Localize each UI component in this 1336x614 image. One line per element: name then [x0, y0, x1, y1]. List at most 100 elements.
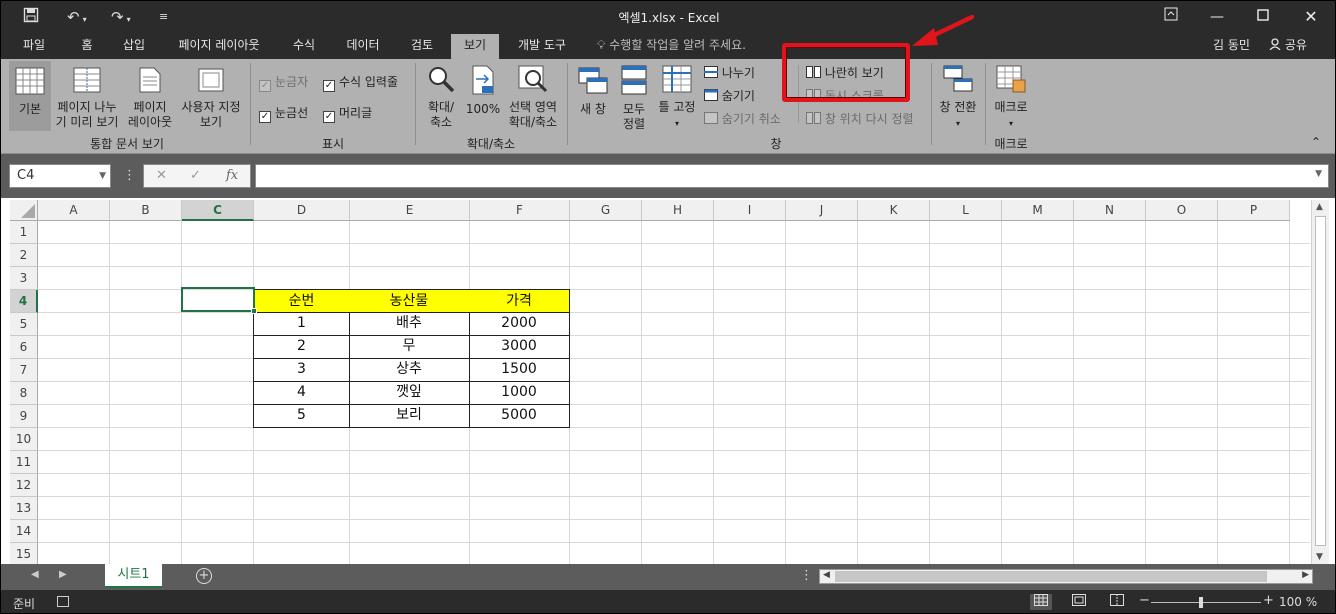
zoom-to-selection-button[interactable]: 선택 영역 확대/축소	[503, 65, 563, 130]
table-cell[interactable]: 2	[253, 335, 350, 359]
maximize-icon[interactable]	[1243, 5, 1283, 29]
zoom-slider-thumb[interactable]	[1199, 597, 1203, 608]
table-header-cell[interactable]: 가격	[469, 289, 570, 313]
table-cell[interactable]: 4	[253, 381, 350, 405]
tab-home[interactable]: 홈	[71, 34, 103, 59]
page-break-preview-button[interactable]: 페이지 나누 기 미리 보기	[53, 67, 121, 130]
add-sheet-icon[interactable]: +	[196, 568, 212, 584]
row-header[interactable]: 13	[10, 497, 38, 520]
column-header[interactable]: H	[642, 200, 714, 221]
cancel-icon[interactable]: ✕	[156, 168, 167, 183]
table-cell[interactable]: 배추	[349, 312, 470, 336]
table-cell[interactable]: 3000	[469, 335, 570, 359]
table-cell[interactable]: 2000	[469, 312, 570, 336]
tab-review[interactable]: 검토	[401, 34, 443, 59]
share-button[interactable]: 공유	[1269, 34, 1307, 56]
row-header[interactable]: 2	[10, 244, 38, 267]
row-header[interactable]: 6	[10, 336, 38, 359]
fill-handle[interactable]	[251, 308, 257, 314]
scroll-down-icon[interactable]: ▼	[1316, 552, 1323, 562]
horizontal-scroll-thumb[interactable]	[835, 571, 1267, 582]
table-cell[interactable]: 무	[349, 335, 470, 359]
table-header-cell[interactable]: 순번	[253, 289, 350, 313]
close-icon[interactable]: ✕	[1291, 5, 1331, 29]
formula-input[interactable]: ▼	[255, 164, 1329, 188]
chevron-down-icon[interactable]: ▼	[99, 165, 106, 187]
page-break-view-icon[interactable]	[1106, 594, 1128, 610]
horizontal-scrollbar[interactable]: ◀ ▶	[819, 569, 1313, 584]
switch-windows-button[interactable]: 창 전환 ▾	[935, 65, 981, 131]
column-header[interactable]: C	[182, 200, 254, 221]
unhide-button[interactable]: 숨기기 취소	[704, 110, 781, 127]
collapse-ribbon-icon[interactable]: ⌃	[1311, 135, 1321, 149]
formula-bar-checkbox[interactable]: ✓ 수식 입력줄	[323, 73, 398, 92]
table-cell[interactable]: 5	[253, 404, 350, 428]
row-header[interactable]: 4	[10, 290, 38, 313]
more-icon[interactable]: ⋮	[123, 168, 136, 183]
row-header[interactable]: 3	[10, 267, 38, 290]
user-name[interactable]: 김 동민	[1213, 34, 1250, 56]
column-header[interactable]: K	[858, 200, 930, 221]
table-cell[interactable]: 3	[253, 358, 350, 382]
row-header[interactable]: 1	[10, 221, 38, 244]
zoom-button[interactable]: 확대/ 축소	[421, 65, 461, 130]
page-layout-view-button[interactable]: 페이지 레이아웃	[123, 67, 177, 130]
zoom-in-icon[interactable]: +	[1263, 593, 1274, 608]
worksheet-grid[interactable]: ▲ ▼ A B C D E F G H I J K L M N O P 1 2 3 4 5 6 7 8 9 10 11 12 13 14 1…	[1, 198, 1335, 566]
column-header[interactable]: G	[570, 200, 642, 221]
row-header[interactable]: 10	[10, 428, 38, 451]
zoom-slider[interactable]	[1151, 602, 1261, 603]
column-header[interactable]: O	[1146, 200, 1218, 221]
column-header[interactable]: B	[110, 200, 182, 221]
scroll-up-icon[interactable]: ▲	[1316, 202, 1323, 212]
column-header[interactable]: J	[786, 200, 858, 221]
tell-me-box[interactable]: 💡︎ 수행할 작업을 알려 주세요.	[597, 34, 746, 56]
table-cell[interactable]: 1	[253, 312, 350, 336]
scroll-right-icon[interactable]: ▶	[1302, 570, 1309, 580]
tab-data[interactable]: 데이터	[337, 34, 389, 59]
normal-view-button[interactable]: 기본	[9, 61, 51, 131]
zoom-100-button[interactable]: 100%	[463, 65, 503, 117]
row-header[interactable]: 5	[10, 313, 38, 336]
row-header[interactable]: 12	[10, 474, 38, 497]
insert-function-icon[interactable]: fx	[226, 168, 238, 183]
page-layout-view-icon[interactable]	[1068, 594, 1090, 610]
table-cell[interactable]: 1500	[469, 358, 570, 382]
minimize-icon[interactable]: —	[1197, 5, 1237, 29]
column-header[interactable]: D	[254, 200, 350, 221]
hide-button[interactable]: 숨기기	[704, 87, 755, 104]
sheet-tab[interactable]: 시트1	[105, 564, 162, 588]
tab-insert[interactable]: 삽입	[113, 34, 155, 59]
select-all-button[interactable]	[10, 200, 38, 221]
sheet-scroll-left-icon[interactable]: ◀	[31, 569, 39, 580]
headings-checkbox[interactable]: ✓ 머리글	[323, 104, 372, 123]
column-header[interactable]: M	[1002, 200, 1074, 221]
tab-developer[interactable]: 개발 도구	[509, 34, 575, 59]
column-header[interactable]: I	[714, 200, 786, 221]
table-cell[interactable]: 1000	[469, 381, 570, 405]
column-header[interactable]: A	[38, 200, 110, 221]
table-cell[interactable]: 깻잎	[349, 381, 470, 405]
table-cell[interactable]: 5000	[469, 404, 570, 428]
sheet-scroll-right-icon[interactable]: ▶	[59, 569, 67, 580]
arrange-all-button[interactable]: 모두 정렬	[615, 65, 653, 132]
reset-window-position-button[interactable]: 창 위치 다시 정렬	[806, 110, 914, 127]
chevron-down-icon[interactable]: ▼	[1315, 169, 1322, 179]
active-cell[interactable]	[181, 287, 257, 314]
vertical-scrollbar[interactable]: ▲ ▼	[1311, 200, 1329, 564]
column-header[interactable]: F	[470, 200, 570, 221]
new-window-button[interactable]: 새 창	[573, 65, 613, 117]
zoom-level[interactable]: 100 %	[1279, 595, 1317, 609]
tab-file[interactable]: 파일	[11, 34, 57, 59]
vertical-scroll-thumb[interactable]	[1315, 216, 1326, 546]
macros-button[interactable]: 매크로 ▾	[989, 65, 1033, 131]
column-header[interactable]: L	[930, 200, 1002, 221]
table-cell[interactable]: 보리	[349, 404, 470, 428]
row-header[interactable]: 7	[10, 359, 38, 382]
column-header[interactable]: N	[1074, 200, 1146, 221]
gridlines-checkbox[interactable]: ✓ 눈금선	[259, 104, 308, 123]
tab-formulas[interactable]: 수식	[283, 34, 325, 59]
ribbon-display-options-icon[interactable]	[1151, 5, 1191, 29]
table-header-cell[interactable]: 농산물	[349, 289, 470, 313]
zoom-out-icon[interactable]: −	[1139, 593, 1150, 608]
